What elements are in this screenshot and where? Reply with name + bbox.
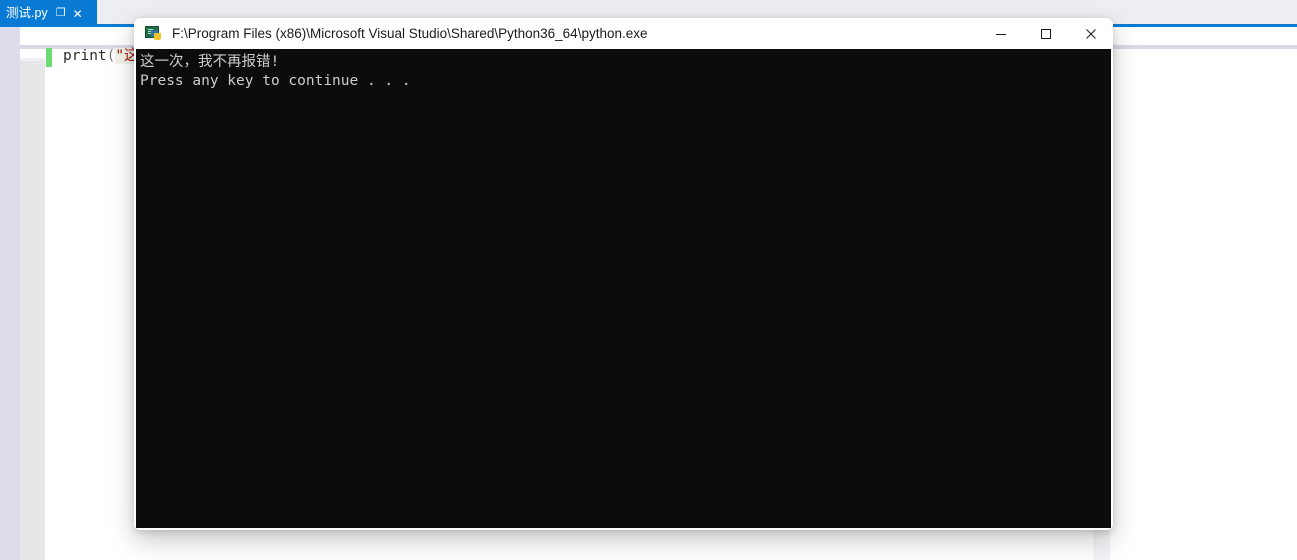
close-button[interactable]: [1068, 18, 1113, 49]
code-token-function: print: [63, 48, 107, 64]
editor-left-strip: [0, 27, 20, 560]
console-title-bar[interactable]: F:\Program Files (x86)\Microsoft Visual …: [134, 18, 1113, 50]
python-console-window[interactable]: F:\Program Files (x86)\Microsoft Visual …: [134, 18, 1113, 530]
close-icon[interactable]: ✕: [73, 8, 83, 20]
console-output-area[interactable]: 这一次，我不再报错! Press any key to continue . .…: [136, 49, 1111, 528]
console-title-text: F:\Program Files (x86)\Microsoft Visual …: [172, 26, 648, 41]
document-tab-active[interactable]: 测试.py ❐ ✕: [0, 0, 97, 27]
maximize-button[interactable]: [1023, 18, 1068, 49]
console-output-line-2: Press any key to continue . . .: [140, 73, 411, 89]
document-tab-label: 测试.py: [6, 6, 48, 20]
editor-selection-margin[interactable]: [20, 61, 45, 560]
window-controls: [978, 18, 1113, 49]
pin-icon[interactable]: ❐: [56, 8, 66, 19]
python-console-icon: [145, 26, 162, 41]
change-bar-indicator: [46, 48, 52, 67]
minimize-button[interactable]: [978, 18, 1023, 49]
console-output-line-1: 这一次，我不再报错!: [140, 54, 280, 70]
